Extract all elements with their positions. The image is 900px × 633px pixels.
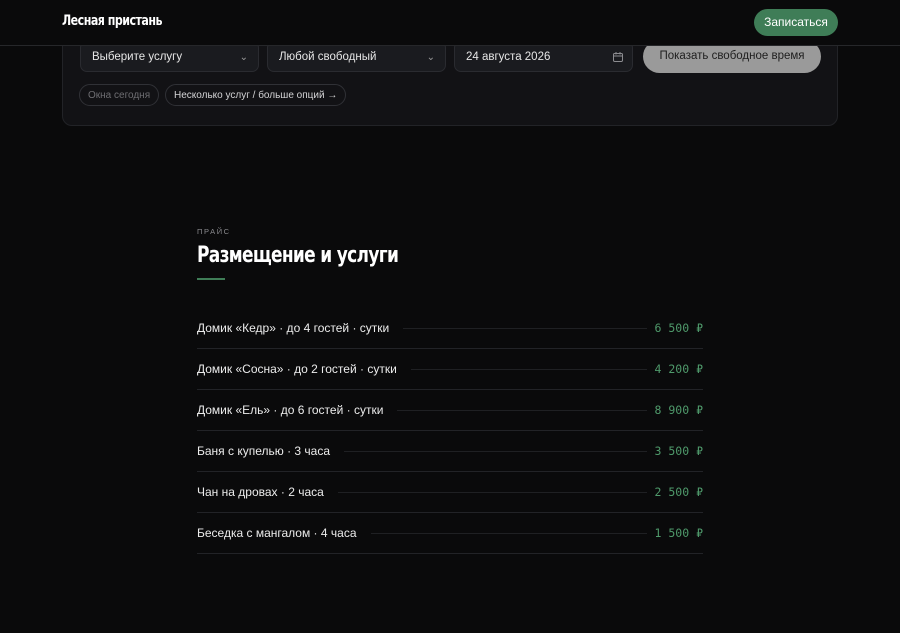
book-button[interactable]: Записаться (754, 9, 838, 36)
price-leader (337, 491, 647, 493)
price-leader (370, 532, 647, 534)
chip-more-options[interactable]: Несколько услуг / больше опций → (165, 84, 347, 106)
section-eyebrow: ПРАЙС (197, 227, 231, 236)
price-leader (410, 368, 647, 370)
price-row: Баня с купелью · 3 часа 3 500 ₽ (197, 431, 703, 472)
price-item-name: Чан на дровах · 2 часа (197, 485, 324, 499)
price-item-value: 1 500 ₽ (654, 526, 703, 540)
calendar-icon (613, 52, 623, 62)
price-row: Домик «Кедр» · до 4 гостей · сутки 6 500… (197, 308, 703, 349)
price-row: Беседка с мангалом · 4 часа 1 500 ₽ (197, 513, 703, 554)
site-header: Лесная пристань Записаться (0, 0, 900, 46)
price-item-value: 8 900 ₽ (654, 403, 703, 417)
price-item-name: Беседка с мангалом · 4 часа (197, 526, 357, 540)
title-underline (197, 278, 225, 280)
price-leader (344, 450, 647, 452)
chip-today-slots[interactable]: Окна сегодня (79, 84, 160, 106)
price-item-name: Домик «Кедр» · до 4 гостей · сутки (197, 321, 390, 335)
service-select-value: Выберите услугу (92, 51, 183, 63)
chevron-down-icon: ⌄ (426, 52, 435, 63)
price-item-name: Домик «Сосна» · до 2 гостей · сутки (197, 362, 397, 376)
chevron-down-icon: ⌄ (239, 52, 248, 63)
specialist-select-value: Любой свободный (279, 51, 377, 63)
section-title: Размещение и услуги (197, 243, 399, 268)
price-item-value: 6 500 ₽ (654, 321, 703, 335)
price-item-value: 3 500 ₽ (654, 444, 703, 458)
price-item-value: 4 200 ₽ (654, 362, 703, 376)
price-leader (403, 327, 647, 329)
price-leader (397, 409, 647, 411)
price-row: Чан на дровах · 2 часа 2 500 ₽ (197, 472, 703, 513)
price-row: Домик «Ель» · до 6 гостей · сутки 8 900 … (197, 390, 703, 431)
site-logo[interactable]: Лесная пристань (62, 13, 163, 29)
price-list: Домик «Кедр» · до 4 гостей · сутки 6 500… (197, 308, 703, 554)
price-item-name: Домик «Ель» · до 6 гостей · сутки (197, 403, 384, 417)
price-row: Домик «Сосна» · до 2 гостей · сутки 4 20… (197, 349, 703, 390)
price-item-name: Баня с купелью · 3 часа (197, 444, 331, 458)
price-item-value: 2 500 ₽ (654, 485, 703, 499)
date-field-value: 24 августа 2026 (466, 51, 551, 63)
